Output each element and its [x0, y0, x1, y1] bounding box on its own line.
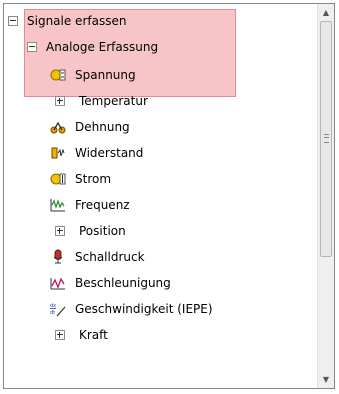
velocity-icon: dx dt [50, 301, 66, 317]
scrollbar-thumb[interactable] [320, 21, 332, 257]
current-icon [50, 171, 66, 187]
tree-item-label: Geschwindigkeit (IEPE) [75, 302, 213, 316]
tree-item-label: Dehnung [75, 120, 130, 134]
tree-item-geschwindigkeit-iepe[interactable]: dx dt Geschwindigkeit (IEPE) [50, 298, 213, 320]
collapse-icon[interactable] [27, 42, 37, 52]
tree-item-strom[interactable]: Strom [50, 168, 111, 190]
tree-item-dehnung[interactable]: Dehnung [50, 116, 130, 138]
expand-icon[interactable] [55, 226, 65, 236]
expand-icon[interactable] [55, 96, 65, 106]
tree-item-label: Widerstand [75, 146, 144, 160]
tree-item-beschleunigung[interactable]: Beschleunigung [50, 272, 171, 294]
tree-node-label: Kraft [79, 328, 108, 342]
tree-node-label: Temperatur [79, 94, 148, 108]
tree-node-label: Position [79, 224, 126, 238]
microphone-icon [50, 249, 66, 265]
vertical-scrollbar[interactable]: ▲ ▼ [317, 4, 334, 388]
tree-node-signale-erfassen[interactable]: Signale erfassen [8, 10, 126, 32]
tree-item-label: Spannung [75, 68, 136, 82]
collapse-icon[interactable] [8, 16, 18, 26]
acceleration-icon [50, 275, 66, 291]
tree-item-label: Beschleunigung [75, 276, 171, 290]
tree-node-analoge-erfassung[interactable]: Analoge Erfassung [27, 36, 158, 58]
tree-item-frequenz[interactable]: Frequenz [50, 194, 130, 216]
tree-view-panel[interactable]: Signale erfassen Analoge Erfassung Spann… [3, 3, 335, 389]
tree-node-label: Signale erfassen [27, 14, 127, 28]
tree-item-widerstand[interactable]: Widerstand [50, 142, 143, 164]
grip-icon [324, 134, 329, 143]
tree-item-label: Schalldruck [75, 250, 145, 264]
expand-icon[interactable] [55, 330, 65, 340]
scroll-down-arrow-icon[interactable]: ▼ [318, 371, 334, 388]
tree-node-temperatur[interactable]: Temperatur [55, 90, 148, 112]
tree-node-label: Analoge Erfassung [46, 40, 159, 54]
tree-item-spannung[interactable]: Spannung [50, 64, 136, 86]
tree-item-label: Frequenz [75, 198, 130, 212]
frequency-icon [50, 197, 66, 213]
tree-item-label: Strom [75, 172, 112, 186]
svg-text:dt: dt [50, 310, 55, 316]
resistor-icon [50, 145, 66, 161]
tree-item-schalldruck[interactable]: Schalldruck [50, 246, 145, 268]
tree-node-position[interactable]: Position [55, 220, 126, 242]
scroll-up-arrow-icon[interactable]: ▲ [318, 4, 334, 21]
strain-icon [50, 119, 66, 135]
tree-node-kraft[interactable]: Kraft [55, 324, 108, 346]
voltage-icon [50, 67, 66, 83]
